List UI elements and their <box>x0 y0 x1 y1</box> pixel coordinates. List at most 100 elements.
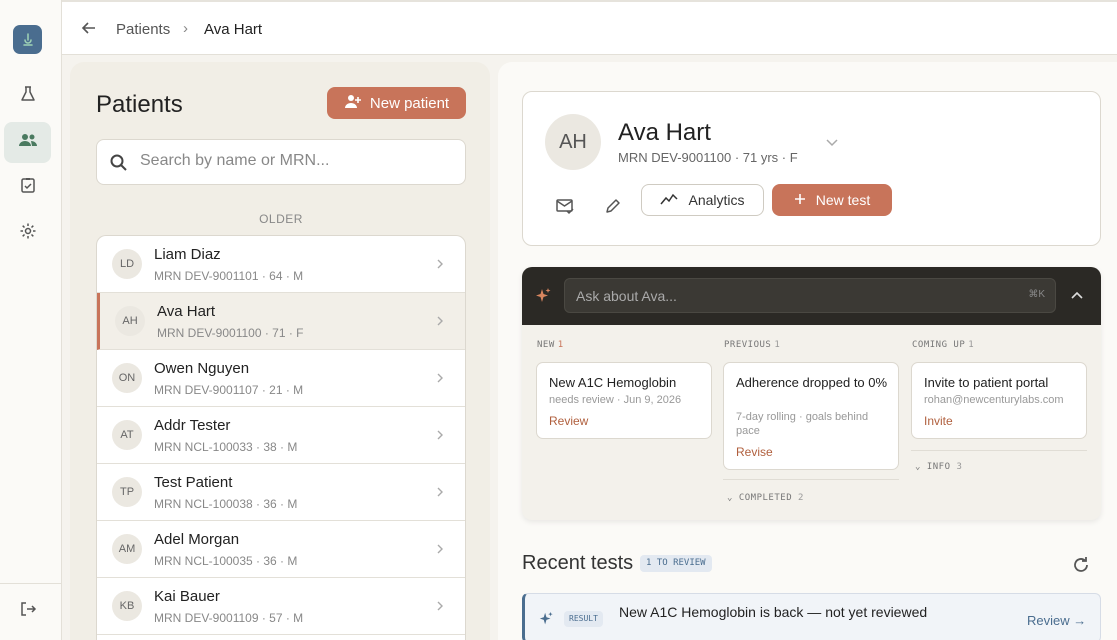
patient-row[interactable]: LD Liam Diaz MRN DEV-9001101 · 64 · M <box>97 236 465 293</box>
chevron-right-icon <box>435 428 445 446</box>
search-icon <box>109 153 129 178</box>
pencil-icon[interactable] <box>599 192 627 220</box>
patient-name: Liam Diaz <box>154 246 221 263</box>
avatar: LD <box>112 249 142 279</box>
avatar: AH <box>115 306 145 336</box>
back-arrow-icon[interactable] <box>80 19 98 42</box>
patient-row[interactable]: ON Owen Nguyen MRN DEV-9001107 · 21 · M <box>97 350 465 407</box>
breadcrumb-root[interactable]: Patients <box>116 21 170 38</box>
chevron-right-icon <box>435 314 445 332</box>
patient-search <box>96 139 466 185</box>
avatar: ON <box>112 363 142 393</box>
card-subtitle: needs review · Jun 9, 2026 <box>549 394 682 406</box>
chevron-down-icon[interactable] <box>825 135 839 153</box>
review-link[interactable]: Review <box>549 414 588 428</box>
top-bar: Patients › Ava Hart <box>62 0 1117 55</box>
revise-link[interactable]: Revise <box>736 445 773 459</box>
upcoming-column-header: COMING UP 1 <box>912 340 975 350</box>
new-test-label: New test <box>815 192 871 208</box>
new-patient-button[interactable]: New patient <box>327 87 466 119</box>
upcoming-card[interactable]: Invite to patient portal rohan@newcentur… <box>911 362 1087 439</box>
ask-field: ⌘K <box>564 278 1056 313</box>
chevron-right-icon <box>435 599 445 617</box>
ask-input[interactable] <box>576 288 1006 304</box>
avatar: AT <box>112 420 142 450</box>
patient-name-heading: Ava Hart <box>618 119 711 146</box>
app-logo-icon[interactable] <box>13 25 42 54</box>
nav-settings-button[interactable] <box>4 213 51 254</box>
card-subtitle: rohan@newcenturylabs.com <box>924 394 1064 406</box>
card-title: New A1C Hemoglobin <box>549 375 677 390</box>
patient-name: Adel Morgan <box>154 531 240 548</box>
new-column: NEW 1 New A1C Hemoglobin needs review · J… <box>536 340 712 439</box>
nav-rail <box>0 0 62 640</box>
patient-meta: MRN NCL-100038 · 36 · M <box>154 497 298 511</box>
analytics-button[interactable]: Analytics <box>641 184 764 216</box>
new-test-button[interactable]: New test <box>772 184 892 216</box>
patient-name: Owen Nguyen <box>154 360 250 377</box>
info-toggle[interactable]: ⌄ INFO 3 <box>915 462 962 472</box>
previous-card[interactable]: Adherence dropped to 0% 7-day rolling · … <box>723 362 899 470</box>
nav-lab-button[interactable] <box>4 76 51 117</box>
patients-title: Patients <box>96 91 183 118</box>
new-column-header: NEW 1 <box>537 340 564 350</box>
search-input[interactable] <box>140 152 450 170</box>
patient-detail-panel: AH Ava Hart MRN DEV-9001100 · 71 yrs · F… <box>498 62 1117 640</box>
avatar: KB <box>112 591 142 621</box>
refresh-icon[interactable] <box>1071 555 1091 580</box>
patients-panel: Patients New patient OLDER LD Liam Diaz … <box>70 62 490 640</box>
card-title: Adherence dropped to 0% <box>736 375 888 390</box>
chevron-right-icon <box>435 371 445 389</box>
recent-test-text: New A1C Hemoglobin is back — not yet rev… <box>619 604 928 620</box>
rail-divider <box>0 583 61 584</box>
chevron-right-icon <box>435 485 445 503</box>
patient-row[interactable]: KB Kai Bauer MRN DEV-9001109 · 57 · M <box>97 578 465 635</box>
result-tag: RESULT <box>564 611 603 627</box>
breadcrumb-current: Ava Hart <box>204 21 263 38</box>
nav-patients-button[interactable] <box>4 122 51 163</box>
people-icon <box>18 130 38 155</box>
card-title: Invite to patient portal <box>924 375 1049 390</box>
breadcrumb-separator: › <box>183 20 188 37</box>
logout-button[interactable] <box>4 591 51 632</box>
patient-name: Kai Bauer <box>154 588 220 605</box>
patient-row-selected[interactable]: AH Ava Hart MRN DEV-9001100 · 71 · F <box>97 293 465 350</box>
recent-test-item[interactable]: RESULT New A1C Hemoglobin is back — not … <box>522 593 1101 640</box>
patient-meta: MRN DEV-9001107 · 21 · M <box>154 383 304 397</box>
patient-meta: MRN NCL-100035 · 36 · M <box>154 554 298 568</box>
patient-meta: MRN DEV-9001101 · 64 · M <box>154 269 304 283</box>
patient-meta-line: MRN DEV-9001100 · 71 yrs · F <box>618 150 798 165</box>
patient-meta: MRN DEV-9001100 · 71 · F <box>157 326 304 340</box>
upcoming-column: COMING UP 1 Invite to patient portal roha… <box>911 340 1087 439</box>
patient-header-card: AH Ava Hart MRN DEV-9001100 · 71 yrs · F… <box>522 91 1101 246</box>
patient-row[interactable]: TP Test Patient MRN NCL-100038 · 36 · M <box>97 464 465 521</box>
chevron-right-icon <box>435 257 445 275</box>
invite-link[interactable]: Invite <box>924 414 953 428</box>
nav-tasks-button[interactable] <box>4 167 51 208</box>
review-link[interactable]: Review → <box>1027 613 1086 628</box>
sparkle-icon <box>534 287 552 310</box>
sparkle-icon <box>538 611 554 632</box>
patient-name: Ava Hart <box>157 303 216 320</box>
patient-avatar: AH <box>545 114 601 170</box>
shortcut-hint: ⌘K <box>1028 289 1045 300</box>
to-review-badge: 1 TO REVIEW <box>640 555 712 572</box>
card-subtitle: 7-day rolling · goals behind pace <box>736 411 869 437</box>
avatar: TP <box>112 477 142 507</box>
person-add-icon <box>344 93 362 113</box>
trend-line-icon <box>660 192 679 209</box>
clipboard-check-icon <box>19 176 37 199</box>
patient-list: LD Liam Diaz MRN DEV-9001101 · 64 · M AH… <box>96 235 466 640</box>
patient-name: Addr Tester <box>154 417 231 434</box>
new-test-card[interactable]: New A1C Hemoglobin needs review · Jun 9,… <box>536 362 712 439</box>
patient-meta: MRN DEV-9001109 · 57 · M <box>154 611 304 625</box>
divider <box>911 450 1087 451</box>
completed-toggle[interactable]: ⌄ COMPLETED 2 <box>727 493 804 503</box>
mail-check-icon[interactable] <box>551 192 579 220</box>
plus-icon <box>794 192 806 208</box>
patient-row[interactable]: AT Addr Tester MRN NCL-100033 · 38 · M <box>97 407 465 464</box>
ask-assistant-card: ⌘K NEW1 New A1C Hemoglobin needs review … <box>522 267 1101 520</box>
chevron-right-icon <box>435 542 445 560</box>
chevron-up-icon[interactable] <box>1070 288 1084 306</box>
patient-row[interactable]: AM Adel Morgan MRN NCL-100035 · 36 · M <box>97 521 465 578</box>
